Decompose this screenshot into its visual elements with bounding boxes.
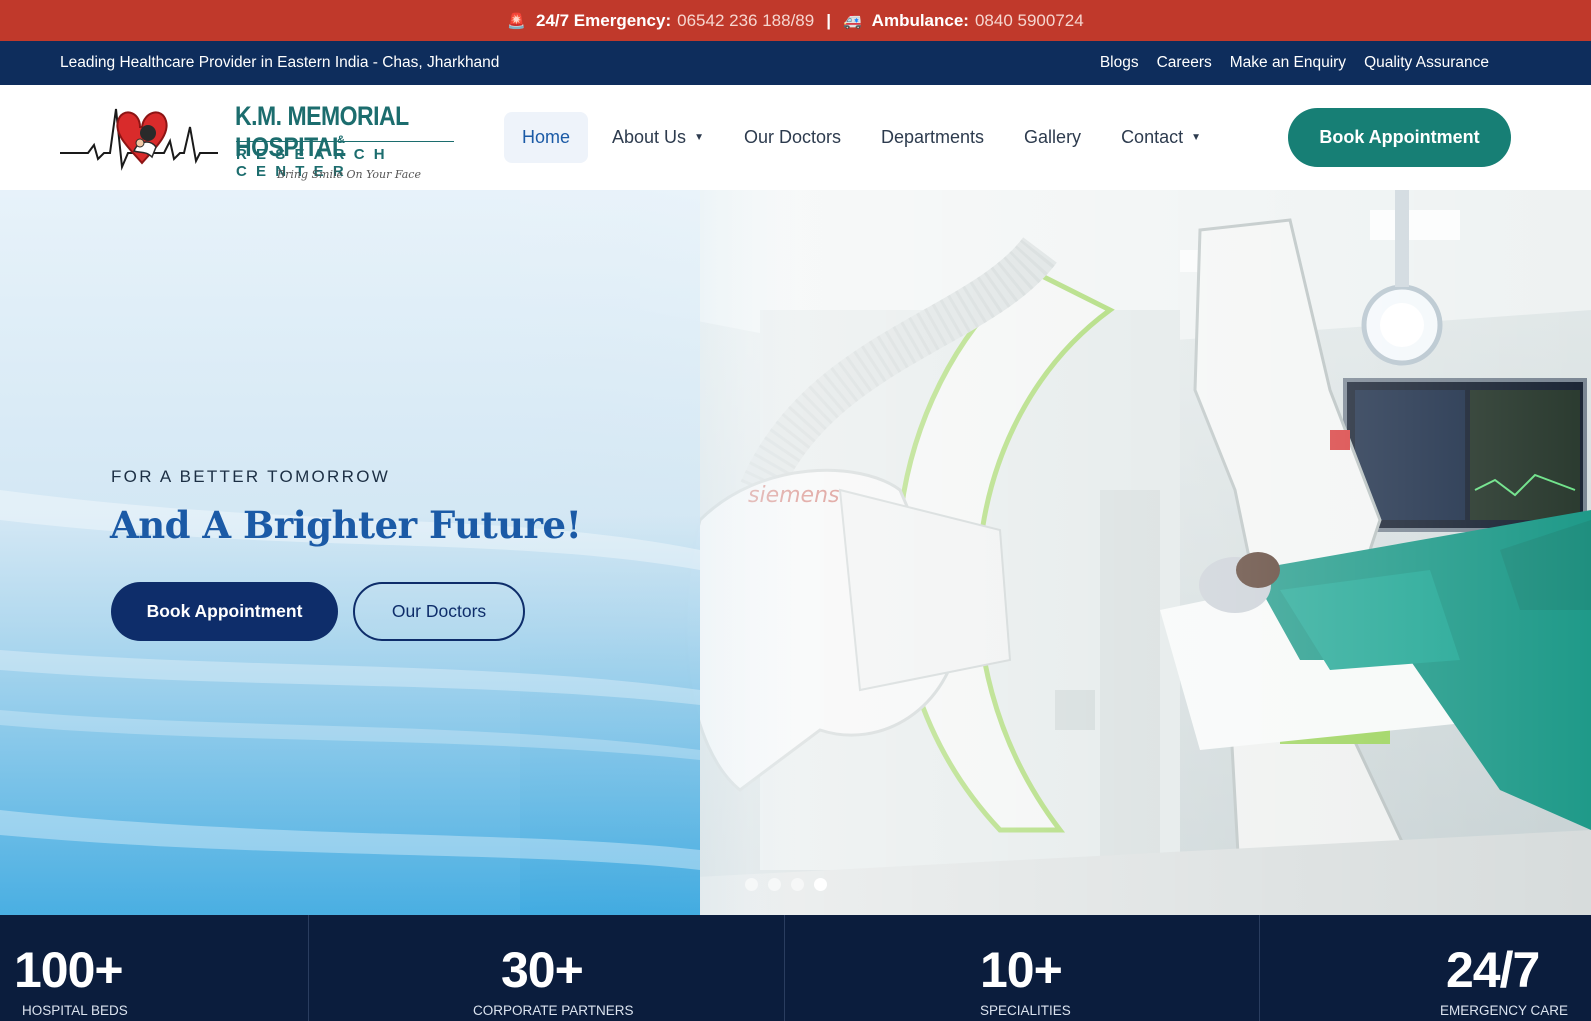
- nav-label-contact: Contact: [1121, 127, 1184, 147]
- quality-assurance-link[interactable]: Quality Assurance: [1364, 54, 1489, 72]
- enquiry-link[interactable]: Make an Enquiry: [1230, 54, 1346, 72]
- nav-label-about-us: About Us: [612, 127, 687, 147]
- hero-our-doctors-button[interactable]: Our Doctors: [353, 582, 525, 641]
- blogs-link[interactable]: Blogs: [1100, 54, 1139, 72]
- hero-title: And A Brighter Future!: [110, 503, 582, 547]
- nav-item-departments[interactable]: Departments: [861, 112, 1004, 163]
- nav-label-home: Home: [522, 127, 571, 147]
- logo-ampersand: &: [337, 134, 345, 146]
- nav-label-our-doctors: Our Doctors: [743, 127, 841, 147]
- location-tagline: Leading Healthcare Provider in Eastern I…: [60, 54, 500, 71]
- emergency-separator: |: [826, 10, 831, 30]
- nav-item-our-doctors[interactable]: Our Doctors: [724, 112, 861, 163]
- stat-value: 24/7: [1446, 942, 1540, 998]
- emergency-bar: 🚨 24/7 Emergency: 06542 236 188/89 | 🚑 A…: [0, 0, 1591, 41]
- nav-item-about-us[interactable]: About Us ▼: [592, 112, 724, 163]
- stat-emergency-care: 24/7 EMERGENCY CARE: [1260, 915, 1591, 1021]
- caret-down-icon: ▼: [694, 132, 704, 143]
- slider-dot-1[interactable]: [745, 878, 758, 891]
- nav-item-home[interactable]: Home: [504, 112, 589, 163]
- stat-label: HOSPITAL BEDS: [22, 1003, 128, 1018]
- hero-cath-lab-image: siemens: [0, 190, 1591, 915]
- hero-slider: siemens FOR A BETTER TOMORROW And A Brig…: [0, 190, 1591, 915]
- stat-specialities: 10+ SPECIALITIES: [785, 915, 1260, 1021]
- siren-icon: 🚨: [507, 12, 526, 30]
- stat-label: EMERGENCY CARE: [1440, 1003, 1569, 1018]
- logo-tagline: Bring Smile On Your Face: [277, 168, 421, 181]
- ambulance-label: Ambulance:: [871, 10, 969, 30]
- nav-label-departments: Departments: [881, 127, 985, 147]
- nav-item-contact[interactable]: Contact ▼: [1101, 112, 1221, 163]
- slider-dots: [745, 878, 827, 891]
- stat-value: 30+: [501, 942, 584, 998]
- hero-eyebrow: FOR A BETTER TOMORROW: [111, 467, 391, 486]
- ambulance-icon: 🚑: [842, 12, 862, 30]
- emergency-label: 24/7 Emergency:: [535, 10, 672, 30]
- header-book-appointment-button[interactable]: Book Appointment: [1288, 108, 1511, 167]
- logo-divider: [236, 141, 454, 142]
- stat-hospital-beds: 100+ HOSPITAL BEDS: [0, 915, 309, 1021]
- top-links: Blogs Careers Make an Enquiry Quality As…: [1100, 54, 1489, 72]
- slider-dot-3[interactable]: [791, 878, 804, 891]
- stat-label: CORPORATE PARTNERS: [473, 1003, 634, 1018]
- stat-value: 100+: [14, 942, 124, 998]
- stat-value: 10+: [980, 942, 1063, 998]
- main-nav: Home About Us ▼ Our Doctors Departments …: [504, 112, 1221, 163]
- stats-strip: 100+ HOSPITAL BEDS 30+ CORPORATE PARTNER…: [0, 915, 1591, 1021]
- info-bar: Leading Healthcare Provider in Eastern I…: [0, 41, 1591, 85]
- emergency-number[interactable]: 06542 236 188/89: [677, 11, 814, 31]
- stat-label: SPECIALITIES: [980, 1003, 1071, 1018]
- caret-down-icon: ▼: [1191, 132, 1202, 143]
- hospital-logo[interactable]: K.M. MEMORIAL HOSPITAL & RESEARCH CENTER…: [60, 97, 455, 181]
- heart-ecg-logo-icon: [60, 108, 218, 171]
- hero-book-appointment-button[interactable]: Book Appointment: [111, 582, 338, 641]
- careers-link[interactable]: Careers: [1157, 54, 1212, 72]
- slider-dot-4[interactable]: [814, 878, 827, 891]
- site-header: K.M. MEMORIAL HOSPITAL & RESEARCH CENTER…: [0, 85, 1591, 190]
- slider-dot-2[interactable]: [768, 878, 781, 891]
- stat-corporate-partners: 30+ CORPORATE PARTNERS: [309, 915, 785, 1021]
- ambulance-number[interactable]: 0840 5900724: [975, 11, 1084, 31]
- nav-item-gallery[interactable]: Gallery: [1004, 112, 1101, 163]
- nav-label-gallery: Gallery: [1024, 127, 1082, 147]
